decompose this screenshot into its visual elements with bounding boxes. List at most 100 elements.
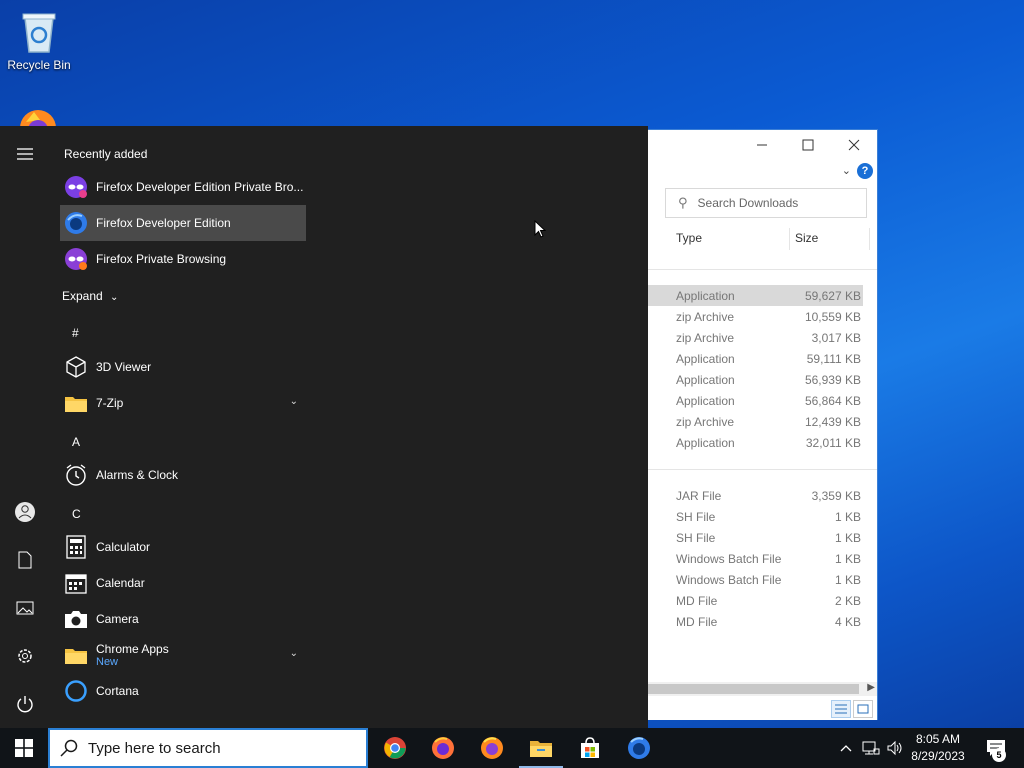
file-size: 2 KB xyxy=(834,594,861,608)
chevron-down-icon: ⌄ xyxy=(289,396,298,407)
notification-count-badge: 5 xyxy=(992,748,1006,762)
search-downloads-input[interactable]: ⚲ Search Downloads xyxy=(665,188,867,218)
chevron-down-icon: ⌄ xyxy=(110,292,119,303)
firefox-dev-icon xyxy=(64,211,88,235)
app-firefox-dev-private[interactable]: Firefox Developer Edition Private Bro... xyxy=(60,169,306,205)
app-label: Alarms & Clock xyxy=(96,468,179,482)
file-size: 56,864 KB xyxy=(804,394,861,408)
documents-icon[interactable] xyxy=(13,548,37,572)
maximize-button[interactable] xyxy=(785,130,831,160)
camera-icon xyxy=(64,607,88,631)
folder-icon xyxy=(64,643,88,667)
app-label: 3D Viewer xyxy=(96,360,152,374)
recycle-bin-label: Recycle Bin xyxy=(7,58,71,72)
close-button[interactable] xyxy=(831,130,877,160)
taskbar-microsoft-store[interactable] xyxy=(566,728,614,768)
column-header-type[interactable]: Type xyxy=(676,231,702,245)
system-clock[interactable]: 8:05 AM 8/29/2023 xyxy=(906,731,970,765)
file-size: 56,939 KB xyxy=(804,373,861,387)
recently-added-heading: Recently added xyxy=(64,147,148,161)
action-center-button[interactable]: 5 xyxy=(976,728,1016,768)
letter-header-hash[interactable]: # xyxy=(72,326,79,340)
large-icons-view-icon xyxy=(857,704,869,714)
cube-icon xyxy=(64,355,88,379)
letter-header-a[interactable]: A xyxy=(72,435,80,449)
column-separator[interactable] xyxy=(789,228,790,250)
column-header-size[interactable]: Size xyxy=(795,231,818,245)
user-account-icon[interactable] xyxy=(13,500,37,524)
file-size: 1 KB xyxy=(834,531,861,545)
ribbon-expand-chevron-icon[interactable]: ⌄ xyxy=(842,164,851,177)
letter-header-c[interactable]: C xyxy=(72,507,81,521)
clock-time: 8:05 AM xyxy=(915,732,961,746)
file-size: 12,439 KB xyxy=(804,415,861,429)
taskbar-firefox-2[interactable] xyxy=(468,728,516,768)
details-view-icon xyxy=(835,704,847,714)
recycle-bin-desktop-icon[interactable]: Recycle Bin xyxy=(4,8,74,72)
pictures-icon[interactable] xyxy=(13,596,37,620)
file-type: zip Archive xyxy=(676,310,735,324)
app-7zip-folder[interactable]: 7-Zip ⌄ xyxy=(60,385,306,421)
file-type: SH File xyxy=(676,510,716,524)
file-type: SH File xyxy=(676,531,716,545)
taskbar-chrome[interactable] xyxy=(371,728,419,768)
chrome-icon xyxy=(384,737,406,759)
file-size: 10,559 KB xyxy=(804,310,861,324)
file-type: Windows Batch File xyxy=(676,552,782,566)
file-size: 1 KB xyxy=(834,510,861,524)
app-camera[interactable]: Camera xyxy=(60,601,306,637)
network-icon[interactable] xyxy=(860,728,882,768)
expand-button[interactable]: Expand ⌄ xyxy=(62,289,118,303)
file-type: Application xyxy=(676,373,735,387)
app-calendar[interactable]: Calendar xyxy=(60,565,306,601)
firefox-dev-icon xyxy=(628,737,650,759)
power-icon[interactable] xyxy=(13,692,37,716)
file-size: 3,017 KB xyxy=(811,331,861,345)
file-size: 4 KB xyxy=(834,615,861,629)
clock-date: 8/29/2023 xyxy=(911,749,965,763)
minimize-button[interactable] xyxy=(739,130,785,160)
file-size: 1 KB xyxy=(834,552,861,566)
show-hidden-icons-chevron-icon[interactable] xyxy=(836,728,856,768)
app-label: Chrome Apps xyxy=(96,642,169,656)
taskbar-search-box[interactable]: Type here to search xyxy=(48,728,368,768)
file-explorer-icon xyxy=(530,741,552,757)
taskbar: Type here to search 8:05 AM 8/29/2023 5 xyxy=(0,728,1024,768)
search-icon: ⚲ xyxy=(678,195,688,210)
app-firefox-private[interactable]: Firefox Private Browsing xyxy=(60,241,306,277)
app-label: Firefox Developer Edition xyxy=(96,216,231,230)
help-icon[interactable]: ? xyxy=(857,163,873,179)
start-menu[interactable]: Recently added Firefox Developer Edition… xyxy=(0,126,648,728)
file-type: zip Archive xyxy=(676,331,735,345)
firefox-private-icon xyxy=(64,247,88,271)
app-firefox-dev[interactable]: Firefox Developer Edition xyxy=(60,205,306,241)
file-size: 1 KB xyxy=(834,573,861,587)
app-alarms-clock[interactable]: Alarms & Clock xyxy=(60,457,306,493)
app-label: Camera xyxy=(96,612,139,626)
settings-gear-icon[interactable] xyxy=(13,644,37,668)
folder-icon xyxy=(64,391,88,415)
app-label: Calculator xyxy=(96,540,151,554)
firefox-desktop-icon[interactable] xyxy=(14,104,62,128)
app-cortana[interactable]: Cortana xyxy=(60,673,306,709)
firefox-dev-private-icon xyxy=(64,175,88,199)
new-badge: New xyxy=(96,656,119,668)
large-icons-view-button[interactable] xyxy=(853,700,873,718)
app-3d-viewer[interactable]: 3D Viewer xyxy=(60,349,306,385)
taskbar-firefox[interactable] xyxy=(419,728,467,768)
volume-icon[interactable] xyxy=(884,728,906,768)
start-left-rail xyxy=(0,126,50,728)
alarm-clock-icon xyxy=(64,463,88,487)
taskbar-file-explorer[interactable] xyxy=(517,728,565,768)
start-button[interactable] xyxy=(0,728,48,768)
app-chrome-apps-folder[interactable]: Chrome Apps New ⌄ xyxy=(60,637,306,673)
details-view-button[interactable] xyxy=(831,700,851,718)
app-calculator[interactable]: Calculator xyxy=(60,529,306,565)
scroll-right-arrow-icon[interactable]: ▶ xyxy=(867,682,875,693)
hamburger-menu-icon[interactable] xyxy=(13,142,37,166)
firefox-icon xyxy=(432,737,454,759)
search-icon xyxy=(60,739,78,757)
firefox-icon xyxy=(481,737,503,759)
column-separator[interactable] xyxy=(869,228,870,250)
taskbar-firefox-dev[interactable] xyxy=(615,728,663,768)
